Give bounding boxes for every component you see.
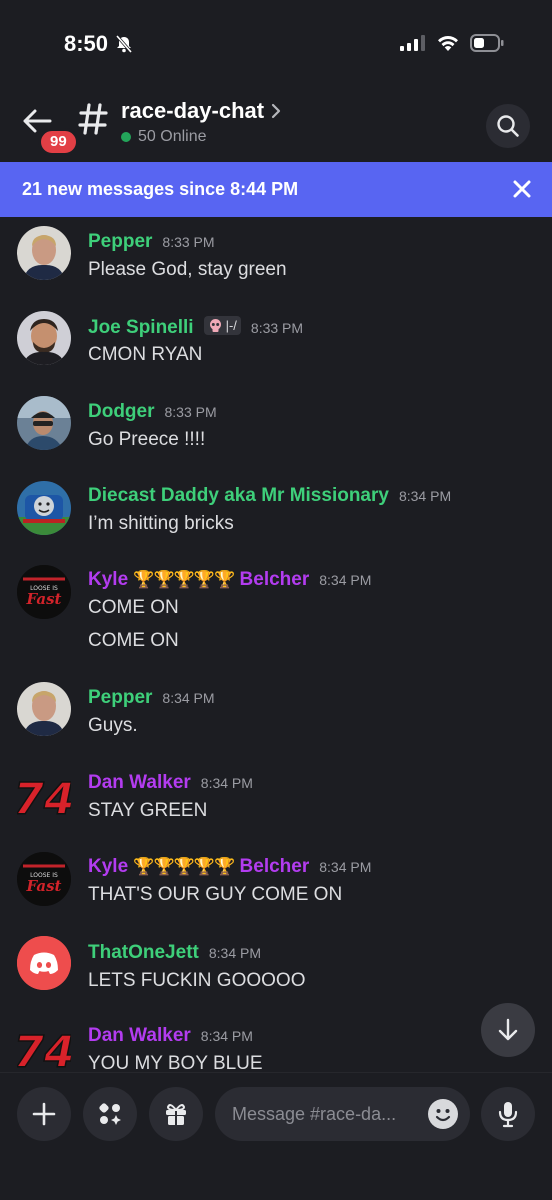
apps-button[interactable] (83, 1087, 137, 1141)
message-text: LETS FUCKIN GOOOOO (88, 970, 306, 991)
channel-header: 99 race-day-chat 50 Online (0, 90, 552, 162)
message-timestamp: 8:33 PM (164, 404, 217, 420)
message-timestamp: 8:33 PM (250, 320, 304, 336)
cellular-signal-icon (400, 35, 425, 51)
server-tag: |-/ (203, 316, 241, 335)
message-text: THAT'S OUR GUY COME ON (88, 884, 343, 905)
emoji-button[interactable] (428, 1099, 458, 1129)
composer-bar: Message #race-da... (0, 1072, 552, 1200)
hash-channel-icon (78, 103, 108, 135)
author-name[interactable]: Joe Spinelli (88, 317, 194, 339)
author-name[interactable]: Kyle 🏆🏆🏆🏆🏆 Belcher (88, 569, 309, 591)
message-timestamp: 8:34 PM (200, 775, 253, 791)
microphone-icon (498, 1102, 518, 1128)
chevron-right-icon (271, 103, 281, 119)
author-first-name: Kyle (88, 856, 129, 877)
author-name[interactable]: Pepper (88, 687, 152, 709)
trophy-emojis: 🏆🏆🏆🏆🏆 (133, 570, 235, 589)
message-text: COME ON (88, 597, 179, 618)
message-text: Go Preece !!!! (88, 429, 206, 450)
message-timestamp: 8:34 PM (319, 859, 372, 875)
server-tag-text: |-/ (225, 318, 237, 333)
message-input-placeholder: Message #race-da... (232, 1103, 397, 1124)
new-messages-text: 21 new messages since 8:44 PM (22, 179, 299, 199)
author-name[interactable]: ThatOneJett (88, 942, 199, 964)
message-text: STAY GREEN (88, 800, 208, 821)
bell-muted-icon (115, 35, 133, 53)
jump-to-bottom-button[interactable] (481, 1003, 535, 1057)
message-timestamp: 8:34 PM (319, 572, 372, 588)
message-timestamp: 8:34 PM (200, 1028, 253, 1044)
status-bar: 8:50 (0, 0, 552, 90)
message-text: Guys. (88, 715, 138, 736)
arrow-down-icon (498, 1018, 518, 1041)
avatar[interactable] (17, 226, 71, 280)
message-text: I’m shitting bricks (88, 513, 234, 534)
wifi-icon (438, 35, 458, 51)
avatar[interactable] (17, 936, 71, 990)
gift-icon (166, 1104, 186, 1125)
author-name[interactable]: Diecast Daddy aka Mr Missionary (88, 485, 389, 507)
unread-badge: 99 (38, 128, 79, 156)
message-text: CMON RYAN (88, 344, 203, 365)
discord-logo-icon (17, 936, 71, 990)
author-name[interactable]: Dodger (88, 401, 155, 423)
message-timestamp: 8:34 PM (162, 690, 215, 706)
author-name[interactable]: Dan Walker (88, 772, 191, 794)
message-list[interactable]: Pepper 8:33 PM Please God, stay green Jo… (0, 217, 552, 1072)
add-attachment-button[interactable] (17, 1087, 71, 1141)
message-text: COME ON (88, 630, 179, 651)
banner-close-button[interactable] (510, 177, 534, 201)
avatar-text: 74 (17, 774, 71, 822)
new-messages-banner[interactable]: 21 new messages since 8:44 PM (0, 162, 552, 217)
author-name[interactable]: Kyle 🏆🏆🏆🏆🏆 Belcher (88, 856, 309, 878)
search-icon (497, 115, 519, 137)
avatar-text: Fast (26, 590, 62, 608)
avatar[interactable] (17, 396, 71, 450)
author-name[interactable]: Dan Walker (88, 1025, 191, 1047)
voice-message-button[interactable] (481, 1087, 535, 1141)
avatar[interactable]: LOOSE IS Fast (17, 852, 71, 906)
avatar[interactable] (17, 682, 71, 736)
online-count: 50 Online (138, 128, 207, 145)
online-status-dot (121, 132, 131, 142)
author-name[interactable]: Pepper (88, 231, 152, 253)
avatar[interactable]: LOOSE IS Fast (17, 565, 71, 619)
avatar[interactable] (17, 311, 71, 365)
apps-icon (99, 1103, 121, 1125)
message-timestamp: 8:34 PM (208, 945, 261, 961)
status-time: 8:50 (64, 31, 109, 56)
message-text: Please God, stay green (88, 259, 287, 280)
trophy-emojis: 🏆🏆🏆🏆🏆 (133, 857, 235, 876)
author-last-name: Belcher (239, 856, 310, 877)
plus-icon (32, 1102, 56, 1126)
message-timestamp: 8:33 PM (162, 234, 215, 250)
message-input[interactable]: Message #race-da... (215, 1087, 470, 1141)
message-timestamp: 8:34 PM (398, 488, 452, 504)
gift-button[interactable] (149, 1087, 203, 1141)
author-first-name: Kyle (88, 569, 129, 590)
avatar-text: Fast (26, 877, 62, 895)
search-button[interactable] (486, 104, 530, 148)
skull-icon (209, 319, 221, 332)
avatar[interactable] (17, 481, 71, 535)
emoji-icon (435, 1109, 451, 1122)
channel-name: race-day-chat (121, 98, 265, 123)
channel-title[interactable]: race-day-chat (121, 98, 282, 124)
author-last-name: Belcher (239, 569, 310, 590)
close-icon (513, 180, 531, 198)
avatar-text: 74 (17, 1027, 71, 1072)
avatar[interactable]: 74 (17, 1021, 71, 1072)
message-text: YOU MY BOY BLUE (88, 1053, 263, 1072)
avatar[interactable]: 74 (17, 768, 71, 822)
battery-icon (470, 34, 504, 52)
